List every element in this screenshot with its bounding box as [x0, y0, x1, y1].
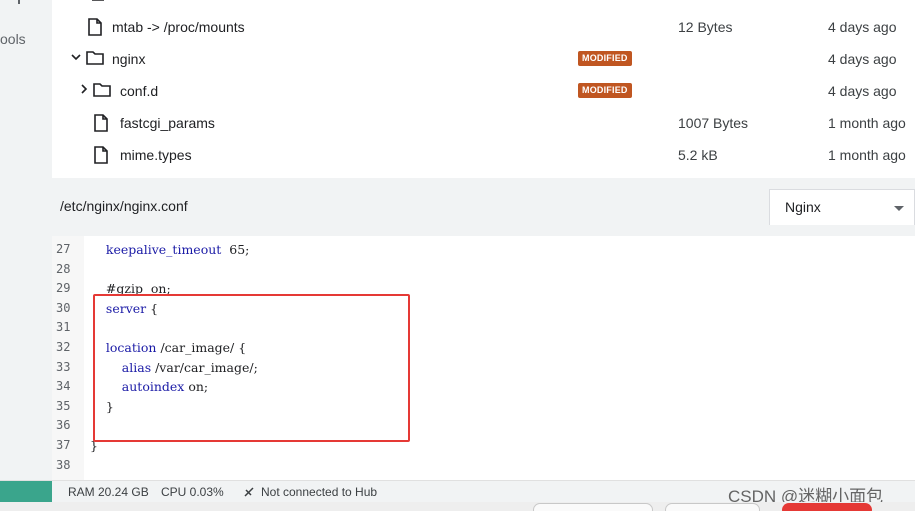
line-number: 32 — [56, 340, 71, 354]
folder-row-conf-d[interactable]: conf.d MODIFIED 4 days ago — [52, 75, 915, 107]
language-select[interactable]: Nginx — [769, 189, 915, 225]
bottom-partial-strip — [0, 502, 915, 511]
line-number: 35 — [56, 398, 71, 413]
hub-status[interactable]: Not connected to Hub — [261, 485, 377, 499]
file-row[interactable]: mtab -> /proc/mounts 12 Bytes 4 days ago — [52, 11, 915, 43]
editor-path-bar: /etc/nginx/nginx.conf Nginx — [52, 178, 915, 236]
file-size: 12 Bytes — [678, 19, 733, 35]
file-name: fastcgi_params — [120, 115, 215, 131]
status-accent — [0, 481, 52, 503]
line-number: 37 — [56, 438, 71, 452]
ram-usage: RAM 20.24 GB — [68, 485, 149, 499]
file-icon — [88, 18, 102, 36]
hub-disconnected-icon — [244, 487, 254, 497]
file-date: 1 month ago — [828, 147, 906, 163]
code-line[interactable]: 38 — [52, 456, 915, 476]
partial-button[interactable] — [533, 503, 653, 511]
file-date: 1 month ago — [828, 115, 906, 131]
sidebar-tools-label[interactable]: ools — [0, 31, 26, 47]
more-icon[interactable] — [14, 0, 24, 6]
file-row[interactable]: mime.types 5.2 kB 1 month ago — [52, 139, 915, 171]
file-icon — [94, 114, 108, 132]
file-name: mtab -> /proc/mounts — [112, 19, 245, 35]
line-number: 33 — [56, 359, 71, 374]
folder-icon — [86, 51, 104, 65]
line-number: 28 — [56, 261, 71, 276]
file-size: 5.2 kB — [678, 147, 718, 163]
folder-name: conf.d — [120, 83, 159, 99]
file-size: 1007 Bytes — [678, 115, 749, 131]
chevron-right-icon[interactable] — [79, 84, 89, 94]
file-date: 4 days ago — [828, 19, 897, 35]
line-number: 30 — [56, 300, 71, 315]
code-line[interactable]: 28 — [52, 260, 915, 280]
line-number: 34 — [56, 379, 71, 394]
modified-badge: MODIFIED — [578, 83, 632, 98]
dropdown-caret-icon — [894, 206, 904, 211]
line-number: 38 — [56, 457, 71, 472]
modified-badge: MODIFIED — [578, 51, 632, 66]
annotation-highlight-box — [93, 294, 410, 442]
chevron-down-icon[interactable] — [71, 52, 81, 62]
cpu-usage: CPU 0.03% — [161, 485, 224, 499]
code-text: keepalive_timeout 65; — [105, 242, 250, 257]
line-number: 31 — [56, 320, 71, 335]
left-sidebar: ools — [0, 0, 52, 480]
file-browser: mtab -> /proc/mounts 12 Bytes 4 days ago… — [52, 0, 915, 178]
folder-row-nginx[interactable]: nginx MODIFIED 4 days ago — [52, 43, 915, 75]
file-icon — [94, 146, 108, 164]
line-number: 27 — [56, 242, 71, 256]
folder-icon — [93, 83, 111, 97]
line-number: 29 — [56, 281, 71, 296]
file-row[interactable]: fastcgi_params 1007 Bytes 1 month ago — [52, 107, 915, 139]
folder-name: nginx — [112, 51, 146, 67]
partial-button-primary[interactable] — [782, 503, 872, 511]
partial-button[interactable] — [665, 503, 760, 511]
code-line[interactable]: 27 keepalive_timeout 65; — [52, 240, 915, 260]
file-name: mime.types — [120, 147, 192, 163]
line-number: 36 — [56, 418, 71, 433]
file-date: 4 days ago — [828, 51, 897, 67]
file-icon — [92, 0, 104, 1]
file-date: 4 days ago — [828, 83, 897, 99]
file-path: /etc/nginx/nginx.conf — [60, 198, 188, 214]
language-value: Nginx — [785, 199, 821, 215]
